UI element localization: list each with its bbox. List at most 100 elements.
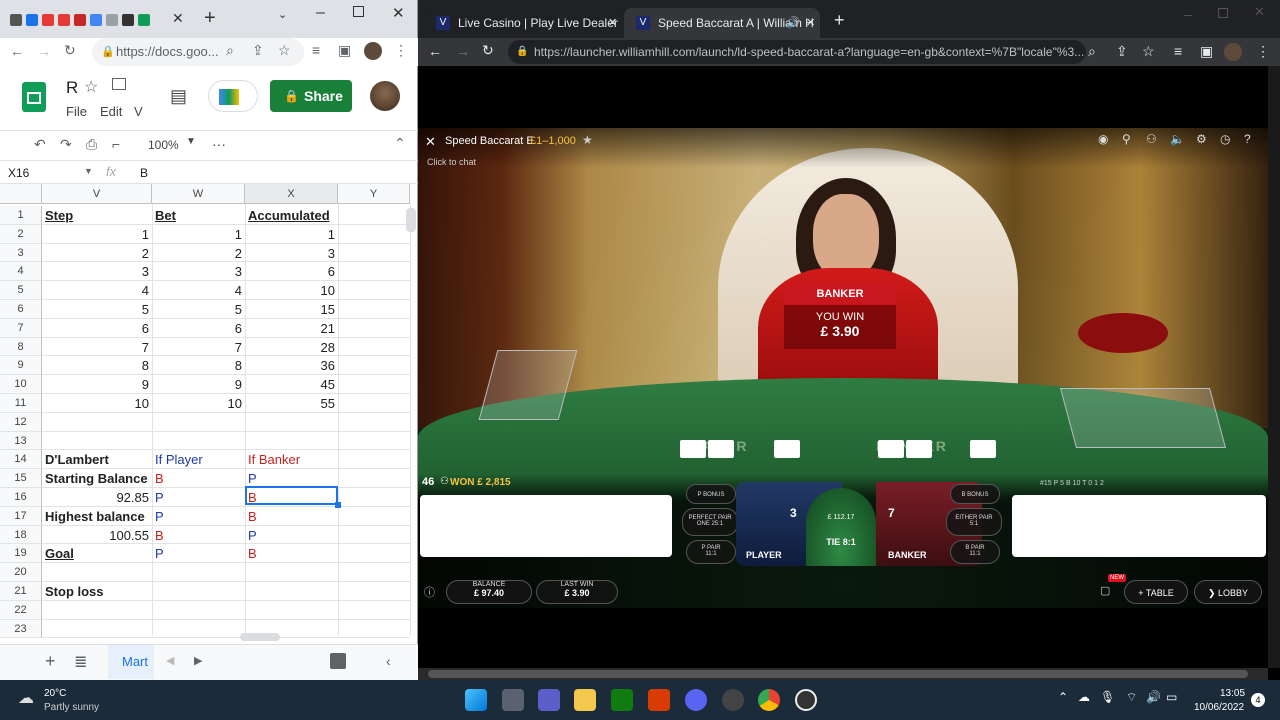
cell-x3[interactable]: 3 bbox=[248, 246, 335, 263]
weather-condition[interactable]: Partly sunny bbox=[44, 702, 99, 713]
row-header[interactable]: 6 bbox=[0, 300, 42, 319]
b-bonus-bet[interactable]: B BONUS bbox=[950, 484, 1000, 504]
microphone-icon[interactable]: 🎙 bbox=[1100, 690, 1115, 704]
share-page-icon[interactable]: ⇪ bbox=[252, 42, 264, 59]
perfect-pair-bet[interactable]: PERFECT PAIR ONE 25:1 bbox=[682, 508, 738, 536]
chrome-menu-icon[interactable]: ⋮ bbox=[1256, 43, 1270, 60]
formula-input[interactable]: B bbox=[140, 166, 148, 180]
cell-v9[interactable]: 8 bbox=[45, 358, 149, 375]
minimize-icon[interactable]: – bbox=[316, 4, 325, 22]
row-header[interactable]: 8 bbox=[0, 337, 42, 357]
bookmark-star-icon[interactable]: ☆ bbox=[1142, 43, 1155, 60]
move-folder-icon[interactable] bbox=[112, 78, 126, 90]
cell-v20[interactable] bbox=[45, 565, 149, 582]
row-header[interactable]: 5 bbox=[0, 281, 42, 300]
cell-x13[interactable] bbox=[248, 434, 335, 451]
cell-v1[interactable]: Step bbox=[45, 208, 149, 225]
cell-v8[interactable]: 7 bbox=[45, 340, 149, 357]
wifi-icon[interactable]: ⌔ bbox=[1126, 690, 1137, 705]
cell-v11[interactable]: 10 bbox=[45, 396, 149, 413]
reload-icon[interactable]: ↻ bbox=[64, 42, 76, 59]
cell-x4[interactable]: 6 bbox=[248, 264, 335, 281]
new-tab-icon[interactable]: + bbox=[834, 10, 845, 31]
row-header[interactable]: 7 bbox=[0, 318, 42, 338]
close-game-icon[interactable]: ✕ bbox=[425, 134, 436, 150]
cell-x2[interactable]: 1 bbox=[248, 227, 335, 244]
big-road[interactable] bbox=[1012, 495, 1266, 557]
start-icon[interactable] bbox=[465, 689, 487, 711]
column-header-x[interactable]: X bbox=[245, 184, 338, 204]
info-icon[interactable]: ⓘ bbox=[424, 584, 435, 600]
row-header[interactable]: 15 bbox=[0, 469, 42, 488]
forward-icon[interactable]: → bbox=[37, 43, 51, 59]
cell-x7[interactable]: 21 bbox=[248, 321, 335, 338]
address-bar[interactable]: 🔒 https://docs.goo... bbox=[92, 38, 304, 66]
row-header[interactable]: 12 bbox=[0, 412, 42, 432]
add-sheet-icon[interactable]: + bbox=[45, 651, 56, 672]
volume-icon[interactable]: 🔊 bbox=[1146, 690, 1161, 704]
forward-icon[interactable]: → bbox=[456, 43, 470, 59]
cell-w5[interactable]: 4 bbox=[155, 283, 242, 300]
reading-list-icon[interactable]: ≡ bbox=[312, 42, 320, 58]
zoom-icon[interactable]: ⌕ bbox=[1088, 43, 1096, 60]
back-icon[interactable]: ← bbox=[10, 43, 24, 59]
cell-x21[interactable] bbox=[248, 584, 335, 601]
row-header[interactable]: 22 bbox=[0, 600, 42, 620]
undo-icon[interactable]: ↶ bbox=[34, 136, 46, 153]
maximize-icon[interactable] bbox=[1218, 8, 1228, 18]
row-header[interactable]: 10 bbox=[0, 375, 42, 394]
live-baccarat-stream[interactable]: PLAYER BANKER ✕ Speed Baccarat E £1–1,00… bbox=[418, 128, 1268, 608]
cell-w23[interactable] bbox=[155, 622, 242, 639]
discord-icon[interactable] bbox=[685, 689, 707, 711]
players-icon[interactable]: ⚇ bbox=[1146, 132, 1157, 146]
sheets-logo-icon[interactable] bbox=[22, 82, 46, 112]
row-header[interactable]: 21 bbox=[0, 582, 42, 601]
comments-icon[interactable]: ▤ bbox=[170, 86, 187, 107]
cell-v2[interactable]: 1 bbox=[45, 227, 149, 244]
zoom-select[interactable]: 100% bbox=[148, 138, 179, 152]
file-explorer-icon[interactable] bbox=[574, 689, 596, 711]
cell-x1[interactable]: Accumulated bbox=[248, 208, 335, 225]
recording-app-icon[interactable] bbox=[722, 689, 744, 711]
cell-x22[interactable] bbox=[248, 603, 335, 620]
cell-v19[interactable]: Goal bbox=[45, 546, 149, 563]
row-header[interactable]: 13 bbox=[0, 431, 42, 451]
cell-w8[interactable]: 7 bbox=[155, 340, 242, 357]
p-pair-bet[interactable]: P PAIR 11:1 bbox=[686, 540, 736, 564]
tab-live-casino[interactable]: V Live Casino | Play Live Dealer Cas ✕ bbox=[424, 8, 620, 60]
selected-cell-x16[interactable] bbox=[245, 486, 338, 505]
chevron-down-icon[interactable]: ⌄ bbox=[278, 8, 287, 21]
pinned-tab-icons[interactable] bbox=[10, 13, 154, 31]
close-window-icon[interactable]: ✕ bbox=[1254, 4, 1265, 20]
new-tab-icon[interactable]: + bbox=[204, 7, 216, 30]
cell-w17[interactable]: P bbox=[155, 509, 242, 526]
row-header[interactable]: 17 bbox=[0, 506, 42, 526]
address-bar[interactable]: 🔒 https://launcher.williamhill.com/launc… bbox=[508, 40, 1086, 64]
fill-handle[interactable] bbox=[335, 502, 341, 508]
horizontal-scrollbar[interactable] bbox=[240, 633, 280, 641]
vertical-scrollbar[interactable] bbox=[406, 208, 416, 232]
teams-chat-icon[interactable] bbox=[538, 689, 560, 711]
either-pair-bet[interactable]: EITHER PAIR 5:1 bbox=[946, 508, 1002, 536]
column-header-w[interactable]: W bbox=[152, 184, 245, 204]
cell-w9[interactable]: 8 bbox=[155, 358, 242, 375]
reading-list-icon[interactable]: ≡ bbox=[1174, 43, 1182, 59]
page-horizontal-scrollbar[interactable] bbox=[418, 668, 1268, 680]
minimize-icon[interactable]: – bbox=[1184, 6, 1192, 22]
more-tools-button[interactable]: ··· bbox=[212, 136, 226, 152]
sheet-tab-mart[interactable]: Mart bbox=[108, 645, 154, 679]
tie-bet-spot[interactable]: £ 112.17 TIE 8:1 bbox=[806, 488, 876, 566]
cell-x20[interactable] bbox=[248, 565, 335, 582]
cell-w6[interactable]: 5 bbox=[155, 302, 242, 319]
cell-x5[interactable]: 10 bbox=[248, 283, 335, 300]
cell-v18[interactable]: 100.55 bbox=[45, 528, 149, 545]
cell-w11[interactable]: 10 bbox=[155, 396, 242, 413]
menu-view[interactable]: V bbox=[134, 104, 143, 119]
cell-v7[interactable]: 6 bbox=[45, 321, 149, 338]
cell-x17[interactable]: B bbox=[248, 509, 335, 526]
side-panel-icon[interactable]: ▣ bbox=[338, 42, 351, 59]
all-sheets-icon[interactable]: ≣ bbox=[74, 652, 87, 672]
name-box[interactable]: X16 bbox=[8, 166, 29, 180]
profile-avatar[interactable] bbox=[1224, 43, 1242, 61]
cell-w20[interactable] bbox=[155, 565, 242, 582]
